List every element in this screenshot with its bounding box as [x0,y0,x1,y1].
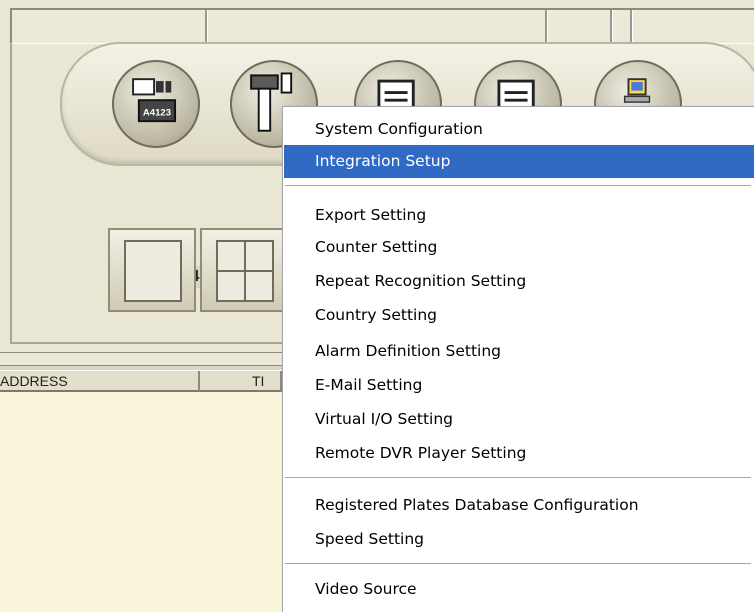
strip-divider [205,10,208,44]
top-strip [10,8,754,44]
menu-separator [285,185,751,186]
strip-divider [610,10,613,44]
menu-separator [285,477,751,478]
menu-item-speed-setting[interactable]: Speed Setting [284,523,754,556]
menu-item-repeat-recognition-setting[interactable]: Repeat Recognition Setting [284,265,754,298]
menu-item-export-setting[interactable]: Export Setting [284,199,754,232]
menu-item-system-configuration[interactable]: System Configuration [284,113,754,146]
menu-item-virtual-io-setting[interactable]: Virtual I/O Setting [284,403,754,436]
strip-divider [630,10,633,44]
menu-item-counter-setting[interactable]: Counter Setting [284,231,754,264]
camera-alpr-icon: A4123 [132,78,177,123]
column-header-time[interactable]: TI [200,371,282,391]
menu-item-alarm-definition-setting[interactable]: Alarm Definition Setting [284,335,754,368]
svg-text:A4123: A4123 [143,107,171,118]
menu-separator [285,563,751,564]
menu-item-video-source[interactable]: Video Source [284,573,754,606]
column-header-address[interactable]: ADDRESS [0,371,200,391]
menu-item-integration-setup[interactable]: Integration Setup [284,145,754,178]
menu-item-email-setting[interactable]: E-Mail Setting [284,369,754,402]
menu-item-registered-plates-database-configuration[interactable]: Registered Plates Database Configuration [284,489,754,522]
alpr-camera-button[interactable]: A4123 [112,60,200,148]
settings-context-menu: System Configuration Integration Setup E… [282,106,754,612]
menu-item-country-setting[interactable]: Country Setting [284,299,754,332]
single-view-icon [124,240,182,302]
quad-view-icon [216,240,274,302]
quad-view-button[interactable] [200,228,288,312]
menu-item-remote-dvr-player-setting[interactable]: Remote DVR Player Setting [284,437,754,470]
single-view-button[interactable] [108,228,196,312]
strip-divider [545,10,548,44]
